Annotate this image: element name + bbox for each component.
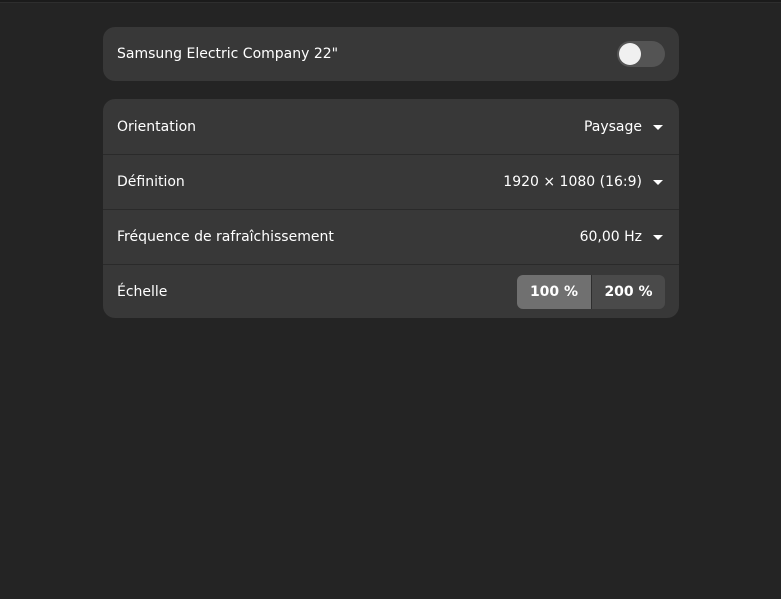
resolution-label: Définition	[117, 174, 185, 190]
orientation-value: Paysage	[583, 118, 642, 135]
dropdown-arrow-icon	[653, 124, 663, 130]
refresh-rate-value: 60,00 Hz	[579, 229, 642, 245]
scale-toggle-group: 100 % 200 %	[517, 275, 665, 309]
scale-label: Échelle	[117, 284, 168, 300]
monitor-name: Samsung Electric Company 22"	[117, 46, 339, 62]
orientation-label: Orientation	[117, 118, 197, 135]
orientation-dropdown[interactable]: Paysage	[584, 119, 665, 135]
monitor-enable-toggle[interactable]	[617, 41, 665, 67]
window-top-border	[0, 0, 781, 3]
refresh-rate-label: Fréquence de rafraîchissement	[117, 229, 334, 245]
dropdown-arrow-icon	[653, 235, 663, 240]
dropdown-arrow-icon	[653, 180, 663, 185]
refresh-rate-dropdown[interactable]: 60,00 Hz	[580, 229, 665, 245]
toggle-knob	[619, 43, 641, 65]
orientation-row[interactable]: Orientation Paysage	[103, 99, 679, 154]
monitor-card: Samsung Electric Company 22"	[103, 27, 679, 81]
scale-100-button[interactable]: 100 %	[517, 275, 591, 309]
scale-200-button[interactable]: 200 %	[591, 275, 665, 309]
scale-row: Échelle 100 % 200 %	[103, 264, 679, 318]
display-settings-card: Orientation Paysage Définition 1920 × 10…	[103, 99, 679, 318]
resolution-dropdown[interactable]: 1920 × 1080 (16:9)	[503, 174, 665, 190]
monitor-row: Samsung Electric Company 22"	[103, 27, 679, 81]
resolution-value: 1920 × 1080 (16:9)	[503, 174, 642, 190]
refresh-rate-row[interactable]: Fréquence de rafraîchissement 60,00 Hz	[103, 209, 679, 264]
resolution-row[interactable]: Définition 1920 × 1080 (16:9)	[103, 154, 679, 209]
